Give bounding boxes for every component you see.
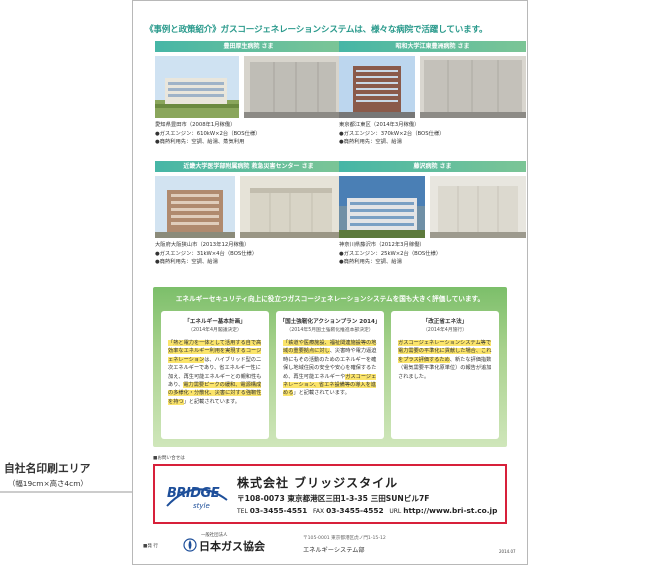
issuer-name: 日本ガス協会 [199, 540, 265, 553]
logo-sub-text: style [193, 502, 210, 510]
case-title: 昭和大学江東豊洲病院 さま [339, 41, 526, 52]
policy-column-date: （2014年4月施行） [422, 328, 468, 333]
policy-column-title: 「国土強靭化アクションプラン 2014」 [279, 319, 381, 325]
hospital-photo [155, 56, 239, 118]
policy-column-body: 「鉄道や医療施設、福祉関連施設等の地域の重要拠点に対し、災害時や電力逼迫時にもそ… [283, 340, 377, 397]
company-url[interactable]: http://www.bri-st.co.jp [403, 506, 497, 515]
policy-column-body: ガスコージェネレーションシステム等で電力需要の平準化に貢献した場合、これをプラス… [398, 340, 492, 380]
case-photos [155, 176, 342, 238]
japan-gas-association-logo-icon [183, 538, 197, 552]
case-heat-use: ●廃熱利用先：空調、給湯 [339, 259, 402, 266]
case-card-kindai: 近畿大学医学部附属病院 救急災害センター さま 大阪府大阪狭山市（2013年12… [155, 161, 342, 283]
company-address: 〒108-0073 東京都港区三田1-3-35 三田SUNビル7F [237, 494, 430, 503]
case-card-toyota: 豊田厚生病院 さま 愛知県豊田市（2008年1月稼働） ●ガスエンジン：610k… [155, 41, 342, 163]
case-title: 近畿大学医学部附属病院 救急災害センター さま [155, 161, 342, 172]
policy-column-energy-plan: 「エネルギー基本計画」 （2014年4月閣議決定） 「熱と電力を一体として活用す… [161, 311, 269, 439]
company-tel: 03-3455-4551 [249, 506, 308, 515]
case-engine: ●ガスエンジン：610kW×2台（BOS仕様） [155, 130, 261, 137]
cogeneration-unit-photo [244, 56, 342, 118]
hospital-photo [339, 56, 415, 118]
cogeneration-unit-photo [240, 176, 342, 238]
policy-column-resilience-plan: 「国土強靭化アクションプラン 2014」 （2014年5月国土強靭化推進本部決定… [276, 311, 384, 439]
case-engine: ●ガスエンジン：31kW×4台（BOS仕様） [155, 250, 258, 257]
company-fax: 03-3455-4552 [326, 506, 384, 515]
case-engine: ●ガスエンジン：370kW×2台（BOS仕様） [339, 130, 445, 137]
headline: 《事例と政策紹介》ガスコージェネレーションシステムは、様々な病院で活躍しています… [145, 25, 488, 35]
hospital-photo [155, 176, 235, 238]
policy-column-date: （2014年5月国土強靭化推進本部決定） [286, 328, 374, 333]
cogeneration-unit-photo [430, 176, 526, 238]
cogeneration-unit-photo [420, 56, 526, 118]
policy-column-title: 「改正省エネ法」 [422, 319, 468, 325]
contact-label: ■お問い合せは [153, 456, 185, 461]
company-print-area: BRIDGE style 株式会社 ブリッジスタイル 〒108-0073 東京都… [153, 464, 507, 524]
policy-panel: エネルギーセキュリティ向上に役立つガスコージェネレーションシステムを国も大きく評… [153, 287, 507, 447]
case-photos [339, 176, 526, 238]
case-card-showa: 昭和大学江東豊洲病院 さま 東京都江東区（2014年3月稼働） ●ガスエンジン：… [339, 41, 526, 163]
case-location: 神奈川県藤沢市（2012年3月稼働） [339, 242, 425, 248]
issuer-department: エネルギーシステム部 [303, 547, 365, 554]
issue-code: 2014.07 [499, 549, 516, 554]
case-title: 藤沢病院 さま [339, 161, 526, 172]
case-heat-use: ●廃熱利用先：空調、給湯 [155, 259, 218, 266]
policy-column-body: 「熱と電力を一体として活用する自で高効率なエネルギー利用を実現するコージェネレー… [168, 340, 262, 405]
case-heat-use: ●廃熱利用先：空調、給湯、蒸気利用 [155, 139, 245, 146]
case-title: 豊田厚生病院 さま [155, 41, 342, 52]
case-engine: ●ガスエンジン：25kW×2台（BOS仕様） [339, 250, 442, 257]
issuer-label: ■発 行 [143, 544, 158, 549]
case-location: 東京都江東区（2014年3月稼働） [339, 122, 420, 128]
case-photos [155, 56, 342, 118]
policy-column-date: （2014年4月閣議決定） [188, 328, 242, 333]
bridge-style-logo: BRIDGE style [165, 480, 229, 514]
company-name: 株式会社 ブリッジスタイル [237, 476, 399, 490]
case-heat-use: ●廃熱利用先：空調、給湯 [339, 139, 402, 146]
logo-main-text: BRIDGE [167, 486, 220, 501]
brochure-page: 《事例と政策紹介》ガスコージェネレーションシステムは、様々な病院で活躍しています… [132, 0, 528, 565]
policy-column-energy-law: 「改正省エネ法」 （2014年4月施行） ガスコージェネレーションシステム等で電… [391, 311, 499, 439]
hospital-photo [339, 176, 425, 238]
company-contacts: TEL 03-3455-4551 FAX 03-3455-4552 URL ht… [237, 506, 498, 515]
policy-title: エネルギーセキュリティ向上に役立つガスコージェネレーションシステムを国も大きく評… [175, 295, 485, 303]
case-card-fujisawa: 藤沢病院 さま 神奈川県藤沢市（2012年3月稼働） ●ガスエンジン：25kW×… [339, 161, 526, 283]
case-location: 愛知県豊田市（2008年1月稼働） [155, 122, 236, 128]
issuer-address: 〒105-0001 東京都港区虎ノ門1-15-12 [303, 536, 386, 541]
case-location: 大阪府大阪狭山市（2013年12月稼働） [155, 242, 250, 248]
policy-column-title: 「エネルギー基本計画」 [184, 319, 246, 325]
case-photos [339, 56, 526, 118]
